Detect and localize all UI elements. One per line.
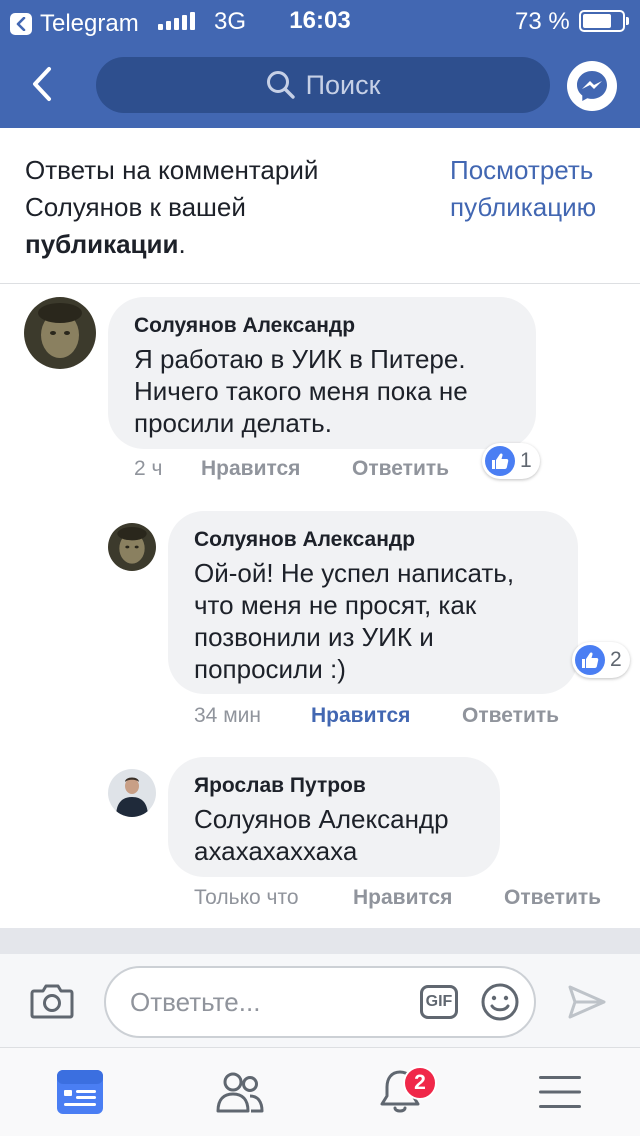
search-icon	[266, 71, 295, 99]
comment-author[interactable]: Ярослав Путров	[194, 773, 474, 799]
comment-bubble: Ярослав Путров Солуянов Александр ахахах…	[168, 757, 500, 877]
comment-author[interactable]: Солуянов Александр	[194, 527, 552, 553]
header-description: Ответы на комментарий Солуянов к вашей п…	[25, 152, 395, 263]
thumbs-up-icon	[575, 645, 605, 675]
camera-button[interactable]	[30, 982, 74, 1025]
header-desc-bold[interactable]: публикации	[25, 229, 179, 259]
battery-percent: 73 %	[515, 8, 570, 35]
comment-bubble: Солуянов Александр Ой-ой! Не успел напис…	[168, 511, 578, 694]
friends-icon	[216, 1072, 264, 1113]
gif-button[interactable]: GIF	[420, 985, 458, 1019]
comment-actions: 2 ч Нравится Ответить	[134, 457, 449, 481]
reply-composer: Ответьте... GIF	[0, 954, 640, 1048]
tab-news-feed[interactable]	[35, 1048, 125, 1136]
search-placeholder: Поиск	[305, 69, 381, 100]
comment-text: Ой-ой! Не успел написать, что меня не пр…	[194, 558, 515, 684]
avatar[interactable]	[108, 523, 156, 571]
send-icon	[568, 985, 606, 1019]
comment-time: Только что	[194, 886, 299, 909]
comment-time: 34 мин	[194, 704, 261, 727]
notification-badge: 2	[403, 1066, 437, 1100]
menu-icon	[539, 1076, 581, 1108]
tab-menu[interactable]	[515, 1048, 605, 1136]
send-button[interactable]	[567, 984, 607, 1025]
reply-button[interactable]: Ответить	[504, 886, 601, 910]
comment-author[interactable]: Солуянов Александр	[134, 313, 510, 339]
reaction-count[interactable]: 2	[572, 642, 630, 678]
header-desc-prefix: Ответы на комментарий Солуянов к вашей	[25, 155, 319, 222]
camera-icon	[30, 984, 74, 1019]
reaction-count[interactable]: 1	[482, 443, 540, 479]
news-feed-icon	[57, 1070, 103, 1114]
avatar[interactable]	[108, 769, 156, 817]
reply-button[interactable]: Ответить	[462, 704, 559, 728]
tab-friends[interactable]	[195, 1048, 285, 1136]
header-desc-suffix: .	[178, 229, 186, 259]
back-button[interactable]	[22, 60, 62, 108]
chevron-left-icon	[33, 67, 51, 101]
emoji-button[interactable]	[480, 982, 520, 1027]
comment-actions: 34 мин Нравится Ответить	[194, 704, 559, 728]
tab-bar: 2	[0, 1048, 640, 1136]
search-input[interactable]: Поиск	[96, 57, 550, 113]
battery-icon	[579, 10, 629, 32]
tab-notifications[interactable]: 2	[355, 1048, 445, 1136]
smiley-icon	[481, 983, 519, 1021]
comment-time: 2 ч	[134, 457, 163, 480]
status-bar: Telegram 3G 16:03 73 %	[0, 0, 640, 40]
replies-header: Ответы на комментарий Солуянов к вашей п…	[0, 128, 640, 284]
like-button[interactable]: Нравится	[201, 457, 352, 481]
reply-input[interactable]: Ответьте...	[104, 966, 536, 1038]
reply-button[interactable]: Ответить	[352, 457, 449, 481]
view-post-link[interactable]: Посмотреть публикацию	[450, 152, 630, 226]
thumbs-up-icon	[485, 446, 515, 476]
top-bar: Telegram 3G 16:03 73 % Поиск	[0, 0, 640, 128]
reaction-number: 2	[610, 648, 622, 671]
messenger-icon	[577, 71, 607, 101]
comment-text: Солуянов Александр ахахахаххаха	[194, 804, 449, 866]
avatar[interactable]	[24, 297, 96, 369]
like-button[interactable]: Нравится	[311, 704, 462, 728]
comment-actions: Только что Нравится Ответить	[194, 886, 601, 910]
divider	[0, 928, 640, 954]
messenger-button[interactable]	[567, 61, 617, 111]
like-button[interactable]: Нравится	[353, 886, 504, 910]
comment-bubble: Солуянов Александр Я работаю в УИК в Пит…	[108, 297, 536, 449]
reaction-number: 1	[520, 449, 532, 472]
comment-text: Я работаю в УИК в Питере. Ничего такого …	[134, 344, 468, 438]
